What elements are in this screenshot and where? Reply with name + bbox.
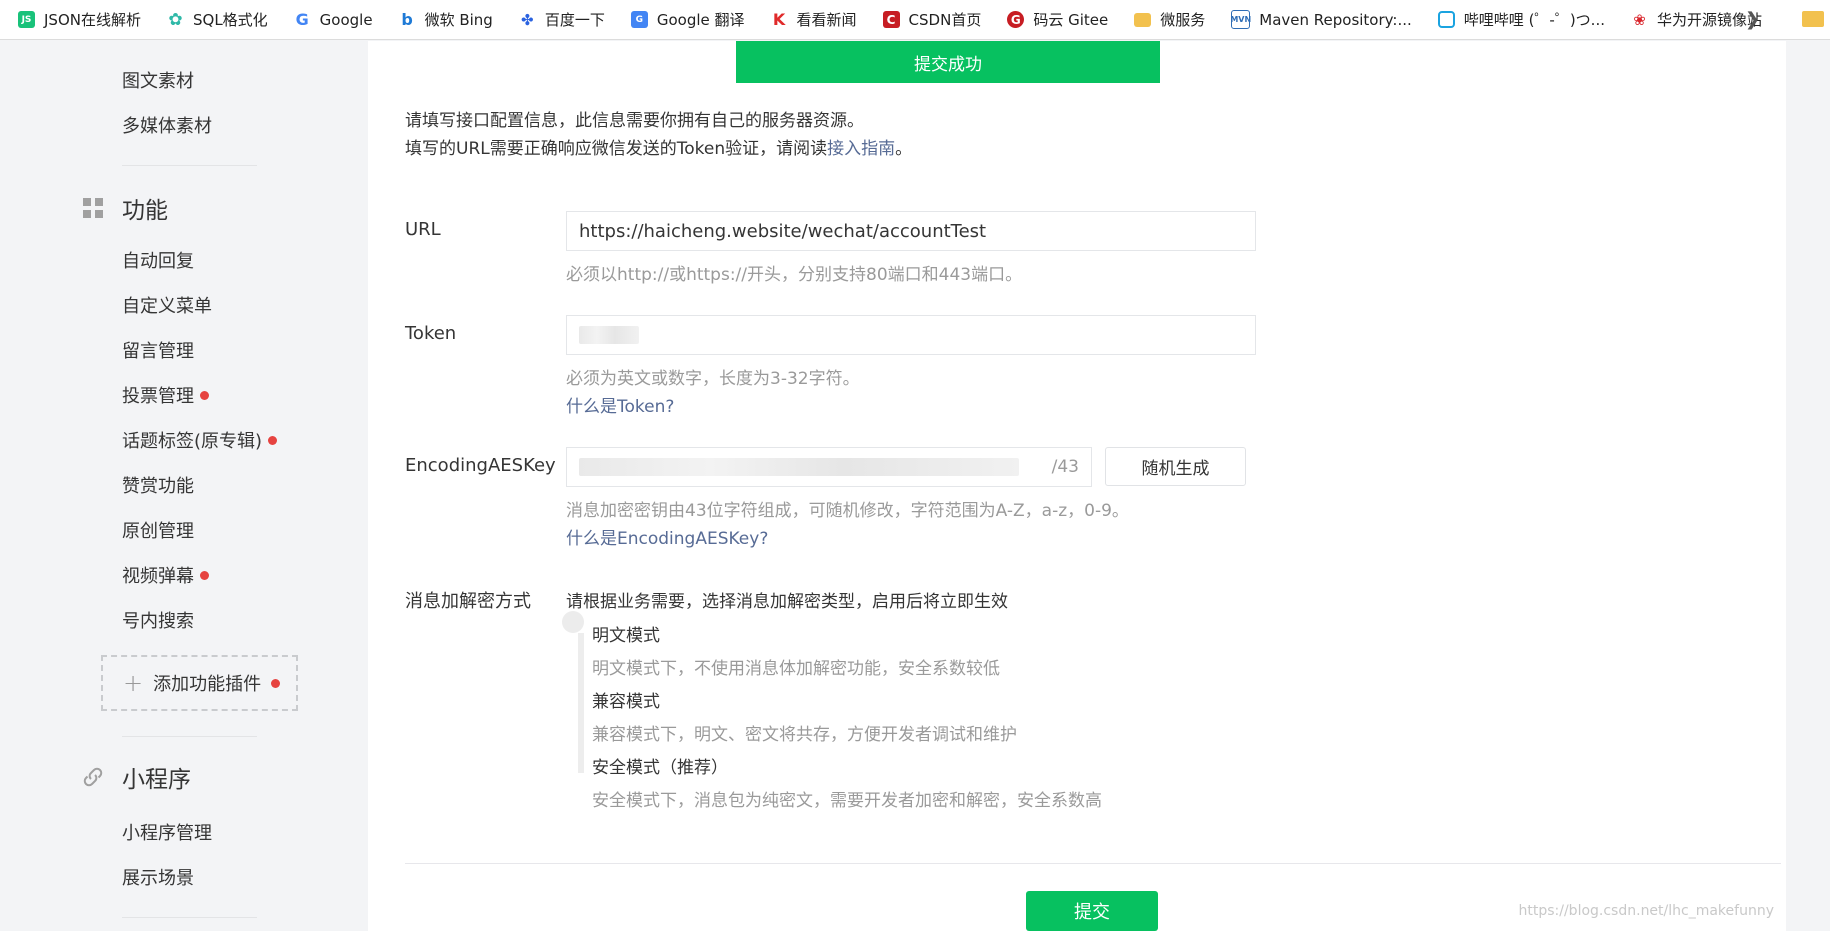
sidebar: 图文素材 多媒体素材 功能 自动回复 自定义菜单 留言管理 投票管理 话题标签(…: [0, 41, 366, 931]
bookmark-csdn[interactable]: C CSDN首页: [882, 9, 981, 30]
bookmark-baidu[interactable]: ✤ 百度一下: [519, 9, 605, 30]
sidebar-item-appreciation[interactable]: 赞赏功能: [122, 472, 194, 498]
divider: [122, 165, 257, 166]
baidu-paw-icon: ✤: [521, 10, 534, 29]
token-hint: 必须为英文或数字，长度为3-32字符。: [566, 369, 860, 389]
url-label: URL: [405, 219, 441, 240]
mode-secure-desc: 安全模式下，消息包为纯密文，需要开发者加密和解密，安全系数高: [592, 791, 1102, 811]
sidebar-group-features: 功能: [82, 191, 168, 225]
sidebar-item-vote-management[interactable]: 投票管理: [122, 382, 209, 408]
sidebar-group-miniprogram: 小程序: [82, 760, 191, 794]
sidebar-item-topic-tags[interactable]: 话题标签(原专辑): [122, 427, 278, 453]
huawei-icon: ❀: [1633, 10, 1646, 29]
bookmark-bing[interactable]: b 微软 Bing: [399, 9, 493, 30]
intro-text: 请填写接口配置信息，此信息需要你拥有自己的服务器资源。 填写的URL需要正确响应…: [405, 111, 913, 159]
mode-secure-title[interactable]: 安全模式（推荐）: [592, 753, 728, 778]
sidebar-item-display-scenes[interactable]: 展示场景: [122, 864, 194, 890]
radio-decoration: [578, 633, 584, 773]
sidebar-item-multimedia-material[interactable]: 多媒体素材: [122, 112, 212, 138]
submit-button[interactable]: 提交: [1026, 891, 1158, 931]
char-counter: /43: [1051, 457, 1079, 477]
notification-dot: [271, 678, 281, 688]
chevron-right-icon[interactable]: ❯: [1745, 9, 1760, 30]
random-generate-button[interactable]: 随机生成: [1105, 447, 1246, 486]
mode-compatible-title[interactable]: 兼容模式: [592, 687, 660, 712]
sidebar-item-original-management[interactable]: 原创管理: [122, 517, 194, 543]
notification-dot: [200, 570, 209, 580]
what-is-token-link[interactable]: 什么是Token?: [566, 392, 674, 417]
sidebar-item-comment-management[interactable]: 留言管理: [122, 337, 194, 363]
divider: [405, 863, 1781, 864]
link-icon: [83, 767, 103, 787]
folder-icon: [1134, 12, 1152, 27]
bookmark-folder-microservice[interactable]: 微服务: [1134, 9, 1205, 30]
aes-key-label: EncodingAESKey: [405, 455, 556, 476]
what-is-aes-key-link[interactable]: 什么是EncodingAESKey?: [566, 524, 768, 549]
server-config-panel: 提交成功 请填写接口配置信息，此信息需要你拥有自己的服务器资源。 填写的URL需…: [368, 41, 1786, 931]
translate-icon: G: [630, 11, 648, 28]
bing-icon: b: [401, 10, 413, 29]
add-plugin-button[interactable]: + 添加功能插件: [101, 655, 298, 711]
mode-plaintext-title[interactable]: 明文模式: [592, 621, 660, 646]
notification-dot: [200, 390, 209, 400]
bookmark-news[interactable]: K 看看新闻: [771, 9, 857, 30]
divider: [122, 736, 257, 737]
watermark: https://blog.csdn.net/lhc_makefunny: [1518, 903, 1775, 919]
sidebar-group-title: 小程序: [122, 767, 191, 793]
radio-plaintext[interactable]: [562, 611, 584, 633]
access-guide-link[interactable]: 接入指南: [827, 139, 895, 159]
redacted-value: [579, 326, 639, 344]
encryption-mode-label: 消息加解密方式: [405, 591, 531, 612]
bookmark-huawei[interactable]: ❀ 华为开源镜像站: [1631, 9, 1762, 30]
mode-plaintext-desc: 明文模式下，不使用消息体加解密功能，安全系数较低: [592, 659, 1000, 679]
sidebar-item-account-search[interactable]: 号内搜索: [122, 607, 194, 633]
bookmarks-bar: JS JSON在线解析 ✿ SQL格式化 G Google b 微软 Bing ✤ 百度一…: [0, 0, 1830, 40]
token-label: Token: [405, 323, 457, 344]
sidebar-item-custom-menu[interactable]: 自定义菜单: [122, 292, 212, 318]
mode-compatible-desc: 兼容模式下，明文、密文将共存，方便开发者调试和维护: [592, 725, 1017, 745]
news-icon: K: [772, 10, 786, 29]
sidebar-item-miniprogram-management[interactable]: 小程序管理: [122, 819, 212, 845]
maven-icon: MVN: [1230, 10, 1251, 29]
aes-key-hint: 消息加密密钥由43位字符组成，可随机修改，字符范围为A-Z，a-z，0-9。: [566, 501, 1129, 521]
sidebar-group-title: 功能: [122, 198, 168, 224]
bookmark-bilibili[interactable]: 哔哩哔哩 (゜-゜)つ...: [1437, 9, 1605, 30]
url-hint: 必须以http://或https://开头，分别支持80端口和443端口。: [566, 265, 1023, 285]
json-icon: JS: [18, 11, 35, 28]
gitee-icon: G: [1007, 11, 1025, 28]
success-toast: 提交成功: [736, 41, 1160, 83]
bookmark-maven[interactable]: MVN Maven Repository:...: [1230, 10, 1412, 29]
redacted-value: [579, 458, 1019, 476]
google-icon: G: [295, 10, 309, 29]
url-value: https://haicheng.website/wechat/accountT…: [579, 220, 987, 242]
bilibili-icon: [1437, 11, 1455, 28]
bookmark-gitee[interactable]: G 码云 Gitee: [1007, 9, 1108, 30]
bookmark-json[interactable]: JS JSON在线解析: [18, 9, 141, 30]
token-input[interactable]: [566, 315, 1256, 355]
folder-icon[interactable]: [1802, 11, 1824, 27]
sidebar-item-video-danmaku[interactable]: 视频弹幕: [122, 562, 209, 588]
bookmark-sql[interactable]: ✿ SQL格式化: [167, 9, 267, 30]
aes-key-input[interactable]: /43: [566, 447, 1092, 487]
url-input[interactable]: https://haicheng.website/wechat/accountT…: [566, 211, 1256, 251]
grid-icon: [83, 198, 103, 218]
bookmark-translate[interactable]: G Google 翻译: [630, 9, 745, 30]
divider: [122, 917, 257, 918]
encryption-mode-intro: 请根据业务需要，选择消息加解密类型，启用后将立即生效: [566, 592, 1008, 612]
sidebar-item-auto-reply[interactable]: 自动回复: [122, 247, 194, 273]
notification-dot: [268, 435, 278, 445]
gear-icon: ✿: [168, 9, 183, 30]
csdn-icon: C: [882, 11, 900, 28]
plus-icon: +: [123, 669, 144, 697]
sidebar-item-image-text-material[interactable]: 图文素材: [122, 67, 194, 93]
bookmark-google[interactable]: G Google: [294, 10, 373, 29]
